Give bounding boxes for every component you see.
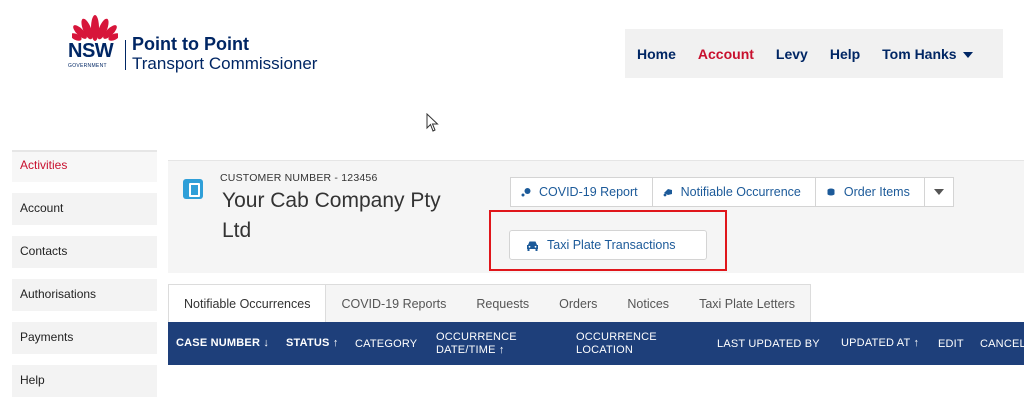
sidebar-item-account[interactable]: Account bbox=[12, 193, 157, 225]
order-items-button[interactable]: Order Items bbox=[815, 177, 925, 207]
tab-covid-19-reports[interactable]: COVID-19 Reports bbox=[326, 285, 461, 323]
column-status[interactable]: STATUS ↑ bbox=[286, 337, 339, 350]
column-last-updated-by[interactable]: LAST UPDATED BY bbox=[717, 338, 820, 351]
notifiable-occurrence-label: Notifiable Occurrence bbox=[680, 185, 801, 199]
mouse-cursor-icon bbox=[426, 113, 439, 132]
user-menu[interactable]: Tom Hanks bbox=[882, 45, 973, 62]
record-actions: COVID-19 Report Notifiable Occurrence Or… bbox=[510, 177, 954, 207]
record-tabs: Notifiable Occurrences COVID-19 Reports … bbox=[168, 284, 811, 323]
chevron-down-icon bbox=[933, 189, 944, 195]
tab-notices[interactable]: Notices bbox=[612, 285, 684, 323]
column-occurrence-location[interactable]: OCCURRENCE LOCATION bbox=[576, 331, 676, 357]
sidebar-item-contacts[interactable]: Contacts bbox=[12, 236, 157, 268]
covid-report-icon bbox=[521, 188, 531, 197]
tab-taxi-plate-letters[interactable]: Taxi Plate Letters bbox=[684, 285, 810, 323]
column-category[interactable]: CATEGORY bbox=[355, 338, 417, 351]
order-items-icon bbox=[827, 188, 835, 196]
sidebar-item-authorisations[interactable]: Authorisations bbox=[12, 279, 157, 311]
company-name: Your Cab Company Pty Ltd bbox=[222, 189, 441, 242]
user-name: Tom Hanks bbox=[882, 45, 957, 62]
order-items-label: Order Items bbox=[843, 185, 910, 199]
table-header: CASE NUMBER ↓ STATUS ↑ CATEGORY OCCURREN… bbox=[168, 322, 1024, 365]
notifiable-occurrence-button[interactable]: Notifiable Occurrence bbox=[652, 177, 816, 207]
nav-account[interactable]: Account bbox=[698, 46, 754, 62]
record-icon bbox=[183, 179, 203, 199]
nsw-logo[interactable]: NSW GOVERNMENT Point to Point Transport … bbox=[66, 14, 336, 74]
nav-levy[interactable]: Levy bbox=[776, 46, 808, 62]
customer-number: CUSTOMER NUMBER - 123456 bbox=[220, 172, 378, 184]
tab-notifiable-occurrences[interactable]: Notifiable Occurrences bbox=[169, 285, 327, 323]
sidebar-item-activities[interactable]: Activities bbox=[12, 150, 157, 182]
highlight-annotation bbox=[489, 210, 727, 271]
column-cancel[interactable]: CANCEL bbox=[980, 338, 1024, 351]
sidebar-item-payments[interactable]: Payments bbox=[12, 322, 157, 354]
chevron-down-icon bbox=[962, 51, 973, 58]
notifiable-occurrence-icon bbox=[663, 189, 672, 197]
brand-title: Point to Point bbox=[132, 34, 249, 54]
nav-home[interactable]: Home bbox=[637, 46, 676, 62]
column-updated-at[interactable]: UPDATED AT ↑ bbox=[841, 337, 919, 350]
government-wordmark: GOVERNMENT bbox=[68, 63, 107, 69]
covid-report-button[interactable]: COVID-19 Report bbox=[510, 177, 653, 207]
brand-subtitle: Transport Commissioner bbox=[132, 54, 318, 73]
tab-orders[interactable]: Orders bbox=[544, 285, 612, 323]
nsw-wordmark: NSW bbox=[68, 40, 114, 62]
column-case-number[interactable]: CASE NUMBER ↓ bbox=[176, 337, 269, 350]
nav-help[interactable]: Help bbox=[830, 46, 860, 62]
waratah-flower-icon bbox=[72, 15, 118, 41]
top-navigation: Home Account Levy Help Tom Hanks bbox=[625, 29, 1003, 78]
more-actions-button[interactable] bbox=[924, 177, 954, 207]
covid-report-label: COVID-19 Report bbox=[539, 185, 638, 199]
logo-divider bbox=[125, 40, 126, 70]
sidebar-item-help[interactable]: Help bbox=[12, 365, 157, 397]
column-occurrence-datetime[interactable]: OCCURRENCE DATE/TIME ↑ bbox=[436, 331, 536, 357]
column-edit[interactable]: EDIT bbox=[938, 338, 964, 351]
tab-requests[interactable]: Requests bbox=[461, 285, 544, 323]
sidebar: Activities Account Contacts Authorisatio… bbox=[12, 150, 157, 408]
